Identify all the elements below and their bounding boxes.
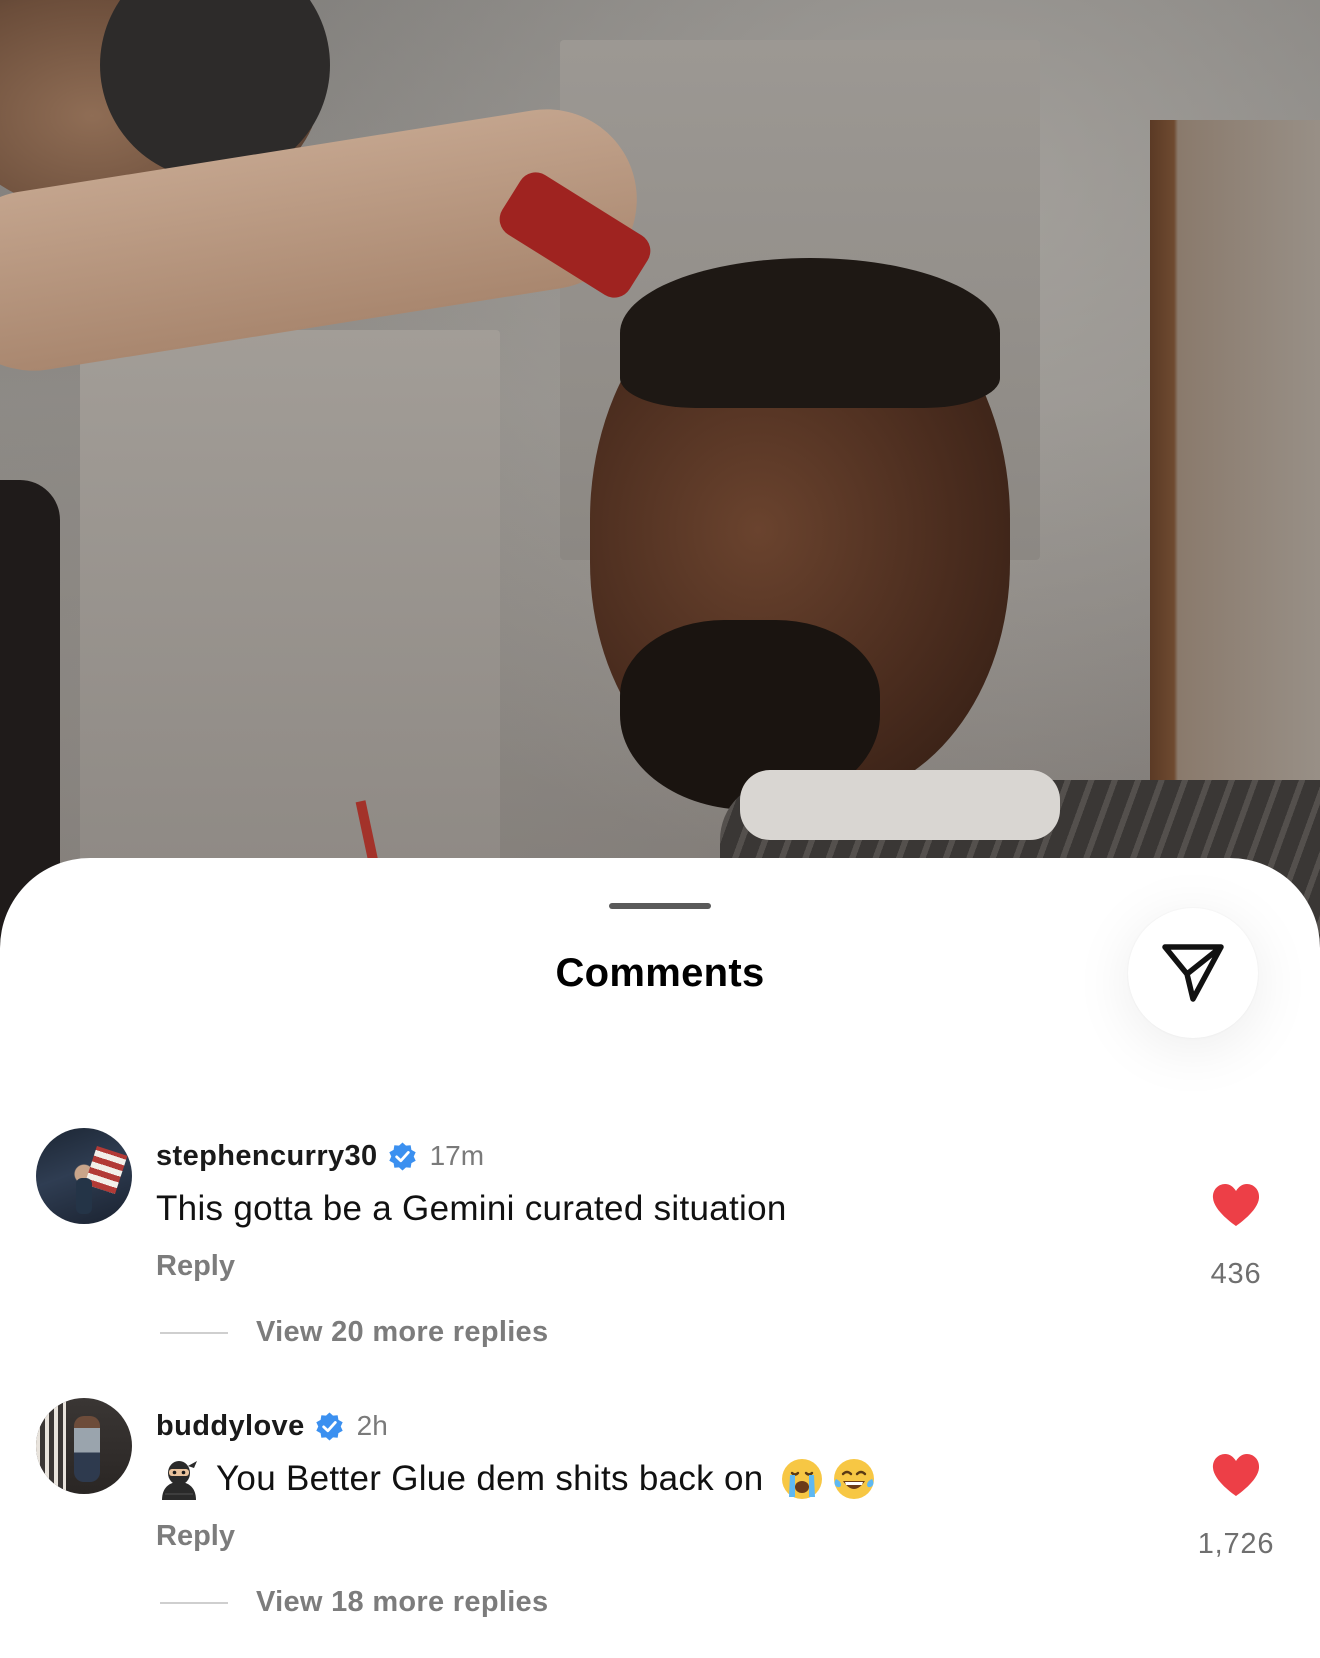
reply-button[interactable]: Reply bbox=[156, 1250, 235, 1283]
comment-timestamp: 17m bbox=[429, 1140, 485, 1171]
comment-text: This gotta be a Gemini curated situation bbox=[156, 1184, 787, 1234]
view-replies-button[interactable]: View 20 more replies bbox=[160, 1316, 548, 1349]
comment-timestamp: 2h bbox=[356, 1410, 388, 1441]
comment-item: buddylove 2h You Better Glue dem shits b… bbox=[0, 1398, 1320, 1658]
comments-sheet: Comments stephencurry30 17m This gotta b… bbox=[0, 858, 1320, 1658]
comment-body: You Better Glue dem shits back on bbox=[216, 1459, 764, 1498]
replies-divider bbox=[160, 1331, 228, 1334]
verified-badge-icon bbox=[388, 1142, 416, 1170]
photo-cabinet bbox=[80, 330, 500, 890]
view-replies-button[interactable]: View 18 more replies bbox=[160, 1586, 548, 1619]
comment-body: This gotta be a Gemini curated situation bbox=[156, 1189, 787, 1228]
replies-divider bbox=[160, 1601, 228, 1604]
post-photo bbox=[0, 0, 1320, 1000]
heart-filled-icon bbox=[1212, 1454, 1260, 1496]
share-button[interactable] bbox=[1128, 908, 1258, 1038]
face-with-tears-of-joy-emoji-icon bbox=[833, 1459, 874, 1499]
comment-header: stephencurry30 17m bbox=[156, 1136, 484, 1176]
photo-collar bbox=[740, 770, 1060, 840]
send-icon bbox=[1162, 944, 1224, 1002]
like-count: 1,726 bbox=[1197, 1528, 1275, 1560]
like-button[interactable]: 1,726 bbox=[1196, 1452, 1276, 1582]
view-replies-label: View 18 more replies bbox=[256, 1586, 549, 1618]
comment-username[interactable]: buddylove bbox=[156, 1410, 305, 1443]
comment-text: You Better Glue dem shits back on bbox=[156, 1454, 876, 1504]
heart-filled-icon bbox=[1212, 1184, 1260, 1226]
ninja-emoji-icon bbox=[162, 1461, 197, 1500]
like-button[interactable]: 436 bbox=[1196, 1182, 1276, 1312]
avatar[interactable] bbox=[36, 1398, 132, 1494]
view-replies-label: View 20 more replies bbox=[256, 1316, 549, 1348]
sheet-title: Comments bbox=[555, 951, 765, 995]
sheet-grabber-handle[interactable] bbox=[609, 903, 711, 909]
photo-client-hair bbox=[620, 258, 1000, 408]
avatar[interactable] bbox=[36, 1128, 132, 1224]
comment-header: buddylove 2h bbox=[156, 1406, 388, 1446]
reply-button[interactable]: Reply bbox=[156, 1520, 235, 1553]
comment-username[interactable]: stephencurry30 bbox=[156, 1140, 378, 1173]
like-count: 436 bbox=[1210, 1258, 1262, 1290]
loudly-crying-face-emoji-icon bbox=[781, 1459, 822, 1499]
comment-item: stephencurry30 17m This gotta be a Gemin… bbox=[0, 1128, 1320, 1388]
verified-badge-icon bbox=[315, 1412, 343, 1440]
